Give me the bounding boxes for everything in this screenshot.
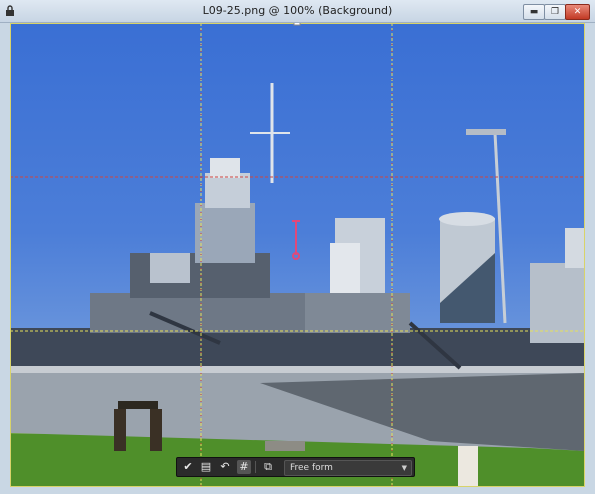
battleship-photo (10, 23, 585, 487)
toolbar-divider (255, 461, 256, 473)
check-icon[interactable]: ✔ (181, 460, 195, 474)
straighten-icon[interactable]: ▤ (199, 460, 213, 474)
minimize-button[interactable]: ▬ (523, 4, 545, 20)
image-canvas[interactable] (10, 23, 585, 487)
constraint-select[interactable]: Free form ▼ (284, 460, 412, 476)
window-title: L09-25.png @ 100% (Background) (202, 4, 393, 17)
title-bar: L09-25.png @ 100% (Background) ▬ ❐ ✕ (0, 0, 595, 23)
chevron-down-icon: ▼ (401, 464, 407, 472)
constrain-icon[interactable]: ⧉ (261, 460, 275, 474)
grid-icon[interactable]: # (237, 460, 251, 474)
close-button[interactable]: ✕ (565, 4, 590, 20)
rotate-icon[interactable]: ↶ (218, 460, 232, 474)
maximize-button[interactable]: ❐ (544, 4, 566, 20)
crop-center-marker[interactable] (292, 220, 300, 260)
crop-toolbar: ✔ ▤ ↶ # ⧉ Free form ▼ (176, 457, 415, 477)
constraint-value: Free form (290, 463, 333, 473)
crop-handle-top[interactable] (293, 23, 301, 26)
